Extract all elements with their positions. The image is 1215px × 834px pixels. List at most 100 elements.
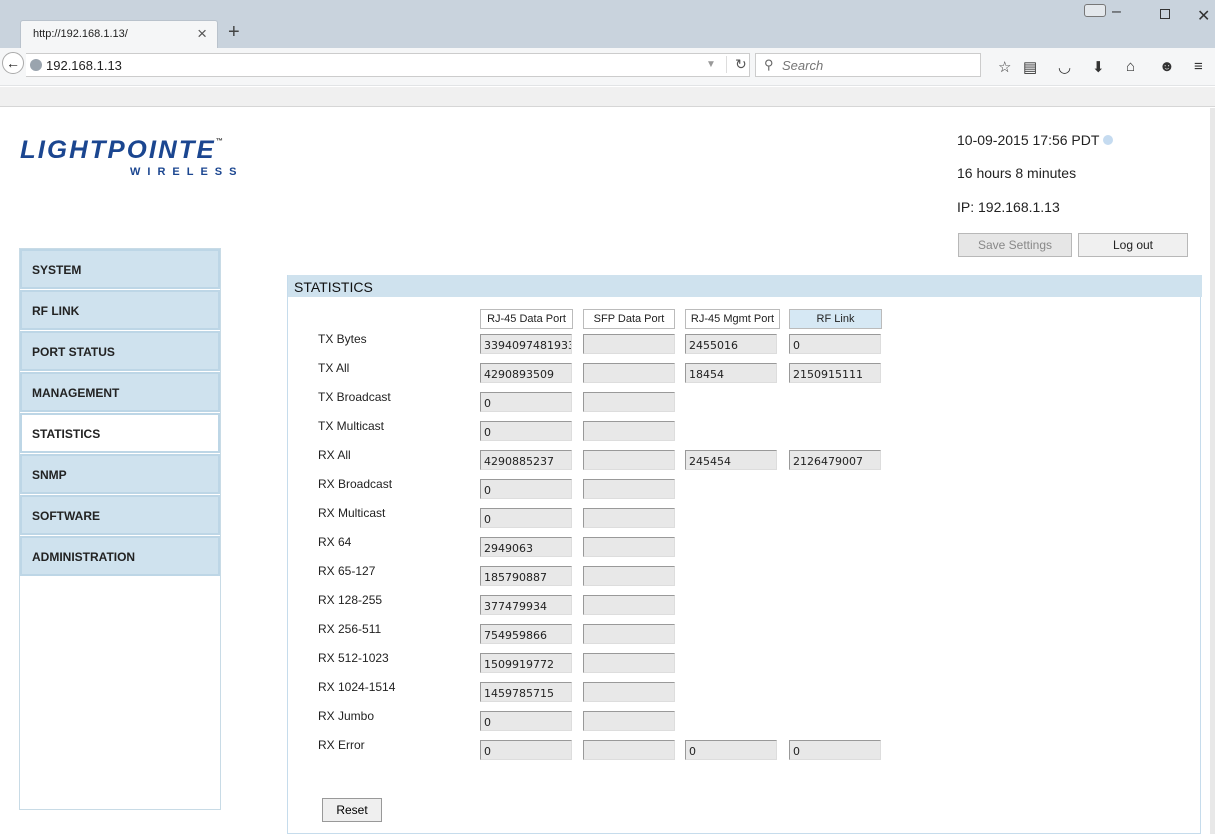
stat-value-field: 2150915111 bbox=[789, 363, 881, 383]
search-icon: ⚲ bbox=[764, 57, 774, 72]
column-header-rj45-mgmt: RJ-45 Mgmt Port bbox=[685, 309, 780, 329]
stat-value-field bbox=[583, 682, 675, 702]
column-header-rj45-data: RJ-45 Data Port bbox=[480, 309, 573, 329]
stat-value-field: 2455016 bbox=[685, 334, 777, 354]
datetime-line: 10-09-2015 17:56 PDT bbox=[957, 132, 1114, 148]
search-input[interactable] bbox=[782, 57, 972, 73]
row-label: RX 65-127 bbox=[318, 564, 376, 578]
row-label: RX Jumbo bbox=[318, 709, 375, 723]
sidebar-item-management[interactable]: MANAGEMENT bbox=[20, 372, 220, 412]
logo-sub-text: WIRELESS bbox=[130, 166, 244, 178]
page-scrollbar[interactable] bbox=[1210, 108, 1215, 834]
stat-value-field: 0 bbox=[480, 711, 572, 731]
stat-value-field: 4290893509 bbox=[480, 363, 572, 383]
window-restore-grip-icon bbox=[1084, 4, 1106, 17]
download-icon[interactable]: ⬇ bbox=[1092, 58, 1105, 76]
maximize-icon[interactable] bbox=[1160, 9, 1170, 19]
stat-value-field bbox=[583, 334, 675, 354]
reading-list-icon[interactable]: ▤ bbox=[1023, 58, 1037, 76]
bookmarks-strip bbox=[0, 87, 1215, 107]
stat-value-field: 0 bbox=[480, 421, 572, 441]
sidebar-item-software[interactable]: SOFTWARE bbox=[20, 495, 220, 535]
lightpointe-logo: LIGHTPOINTE™ WIRELESS bbox=[20, 136, 236, 178]
url-dropdown-icon[interactable]: ▼ bbox=[706, 59, 716, 70]
new-tab-icon[interactable]: + bbox=[228, 22, 240, 42]
row-label: RX 64 bbox=[318, 535, 352, 549]
stat-value-field: 3394097481933 bbox=[480, 334, 572, 354]
stat-value-field: 0 bbox=[480, 392, 572, 412]
browser-navbar: ← 192.168.1.13 ▼ ↻ ⚲ ☆ ▤ ◡ ⬇ ⌂ ☻ ≡ bbox=[0, 48, 1215, 86]
row-label: TX Bytes bbox=[318, 332, 367, 346]
stat-value-field bbox=[583, 537, 675, 557]
pocket-icon[interactable]: ◡ bbox=[1058, 58, 1071, 76]
column-header-sfp-data: SFP Data Port bbox=[583, 309, 675, 329]
tab-close-icon[interactable]: × bbox=[197, 24, 207, 44]
stat-value-field bbox=[583, 450, 675, 470]
row-label: TX Multicast bbox=[318, 419, 385, 433]
logo-main-text: LIGHTPOINTE bbox=[20, 136, 216, 164]
stat-value-field: 0 bbox=[789, 334, 881, 354]
stat-value-field: 377479934 bbox=[480, 595, 572, 615]
stat-value-field: 1459785715 bbox=[480, 682, 572, 702]
stat-value-field: 245454 bbox=[685, 450, 777, 470]
url-text: 192.168.1.13 bbox=[46, 58, 122, 73]
globe-icon bbox=[30, 59, 42, 71]
panel-title: STATISTICS bbox=[288, 275, 1202, 297]
row-label: TX Broadcast bbox=[318, 390, 391, 404]
stat-value-field bbox=[583, 711, 675, 731]
row-label: RX 512-1023 bbox=[318, 651, 389, 665]
sidebar-item-snmp[interactable]: SNMP bbox=[20, 454, 220, 494]
stat-value-field: 0 bbox=[789, 740, 881, 760]
stat-value-field bbox=[583, 653, 675, 673]
sidebar-item-port-status[interactable]: PORT STATUS bbox=[20, 331, 220, 371]
logo-trademark: ™ bbox=[215, 138, 226, 145]
browser-tab[interactable]: http://192.168.1.13/ × bbox=[20, 20, 218, 48]
stat-value-field bbox=[583, 479, 675, 499]
stat-value-field: 0 bbox=[480, 740, 572, 760]
row-label: RX Multicast bbox=[318, 506, 386, 520]
reset-button[interactable]: Reset bbox=[322, 798, 382, 822]
uptime: 16 hours 8 minutes bbox=[957, 165, 1077, 181]
address-bar[interactable]: 192.168.1.13 ▼ ↻ bbox=[26, 53, 750, 77]
bookmark-star-icon[interactable]: ☆ bbox=[998, 58, 1011, 76]
row-label: RX All bbox=[318, 448, 351, 462]
stat-value-field: 2949063 bbox=[480, 537, 572, 557]
stat-value-field bbox=[583, 566, 675, 586]
page: LIGHTPOINTE™ WIRELESS 10-09-2015 17:56 P… bbox=[0, 108, 1210, 834]
logout-button[interactable]: Log out bbox=[1078, 233, 1188, 257]
stat-value-field: 754959866 bbox=[480, 624, 572, 644]
row-label: RX 128-255 bbox=[318, 593, 383, 607]
home-icon[interactable]: ⌂ bbox=[1126, 58, 1135, 75]
menu-icon[interactable]: ≡ bbox=[1194, 58, 1203, 75]
stat-value-field: 2126479007 bbox=[789, 450, 881, 470]
statistics-panel: STATISTICS RJ-45 Data Port SFP Data Port… bbox=[287, 275, 1202, 834]
back-arrow-icon[interactable]: ← bbox=[2, 52, 24, 74]
sidebar-item-administration[interactable]: ADMINISTRATION bbox=[20, 536, 220, 576]
stat-value-field: 4290885237 bbox=[480, 450, 572, 470]
save-settings-button[interactable]: Save Settings bbox=[958, 233, 1072, 257]
ip-address: IP: 192.168.1.13 bbox=[957, 199, 1060, 215]
stat-value-field: 1509919772 bbox=[480, 653, 572, 673]
window-close-icon[interactable]: ✕ bbox=[1197, 6, 1210, 26]
stat-value-field: 0 bbox=[480, 479, 572, 499]
sidebar-item-rf-link[interactable]: RF LINK bbox=[20, 290, 220, 330]
stat-value-field bbox=[583, 595, 675, 615]
status-dot-icon bbox=[1103, 135, 1114, 145]
row-label: RX Broadcast bbox=[318, 477, 393, 491]
stat-value-field bbox=[583, 740, 675, 760]
tab-title: http://192.168.1.13/ bbox=[33, 28, 128, 40]
row-label: TX All bbox=[318, 361, 350, 375]
stat-value-field bbox=[583, 508, 675, 528]
stat-value-field bbox=[583, 624, 675, 644]
stat-value-field bbox=[583, 363, 675, 383]
sidebar: SYSTEM RF LINK PORT STATUS MANAGEMENT ST… bbox=[19, 248, 221, 810]
chat-icon[interactable]: ☻ bbox=[1159, 58, 1175, 75]
browser-titlebar: http://192.168.1.13/ × + – ✕ bbox=[0, 0, 1215, 48]
stat-value-field bbox=[583, 392, 675, 412]
search-bar[interactable]: ⚲ bbox=[755, 53, 981, 77]
column-header-rf-link: RF Link bbox=[789, 309, 882, 329]
sidebar-item-system[interactable]: SYSTEM bbox=[20, 249, 220, 289]
sidebar-item-statistics[interactable]: STATISTICS bbox=[20, 413, 220, 453]
reload-icon[interactable]: ↻ bbox=[726, 56, 747, 73]
minimize-icon[interactable]: – bbox=[1112, 3, 1121, 21]
